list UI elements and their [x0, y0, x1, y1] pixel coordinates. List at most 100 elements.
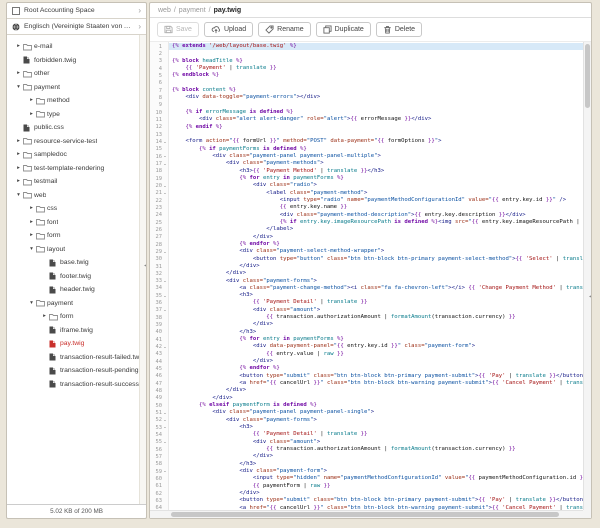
code-line-18[interactable]: <h3>{{ 'Payment Method' | translate }}</…: [172, 168, 583, 175]
duplicate-button[interactable]: Duplicate: [316, 22, 371, 37]
code-line-24[interactable]: <div class="payment-method-description">…: [172, 212, 583, 219]
code-line-48[interactable]: </div>: [172, 387, 583, 394]
code-line-61[interactable]: {{ paymentForm | raw }}: [172, 483, 583, 490]
code-line-31[interactable]: </div>: [172, 263, 583, 270]
code-line-30[interactable]: <button type="button" class="btn btn-blo…: [172, 256, 583, 263]
code-line-9[interactable]: [172, 102, 583, 109]
chevron-right-icon[interactable]: ▸: [27, 220, 36, 226]
horizontal-scrollbar-thumb[interactable]: [171, 512, 559, 517]
code-line-52[interactable]: <div class="payment-forms">: [172, 417, 583, 424]
chevron-right-icon[interactable]: ▸: [14, 152, 23, 158]
collapse-sidebar-handle[interactable]: ◂: [144, 263, 146, 269]
chevron-down-icon[interactable]: ▾: [14, 85, 23, 91]
code-editor[interactable]: 1234567891011121314-1516-17-181920-21-22…: [150, 42, 591, 518]
code-line-56[interactable]: {{ transaction.authorizationAmount | for…: [172, 446, 583, 453]
code-line-40[interactable]: </h3>: [172, 329, 583, 336]
code-line-36[interactable]: {{ 'Payment Detail' | translate }}: [172, 299, 583, 306]
rename-button[interactable]: Rename: [258, 22, 310, 37]
fold-marker-icon[interactable]: -: [163, 153, 168, 160]
code-line-5[interactable]: {% endblock %}: [172, 72, 583, 79]
chevron-right-icon[interactable]: ▸: [27, 206, 36, 212]
chevron-down-icon[interactable]: ▾: [27, 301, 36, 307]
tree-item-e-mail[interactable]: ▸e-mail: [7, 40, 146, 54]
tree-item-resource-service-test[interactable]: ▸resource-service-test: [7, 135, 146, 149]
tree-item-sampledoc[interactable]: ▸sampledoc: [7, 148, 146, 162]
chevron-down-icon[interactable]: ▾: [27, 247, 36, 253]
code-line-1[interactable]: {% extends '/web/layout/base.twig' %}: [169, 43, 583, 50]
code-line-11[interactable]: <div class="alert alert-danger" role="al…: [172, 116, 583, 123]
chevron-down-icon[interactable]: ▾: [14, 193, 23, 199]
code-line-38[interactable]: {{ transaction.authorizationAmount | for…: [172, 314, 583, 321]
chevron-right-icon[interactable]: ▸: [27, 112, 36, 118]
code-line-8[interactable]: <div data-toggle="payment-errors"></div>: [172, 94, 583, 101]
tree-item-transaction-result-pending.t...[interactable]: transaction-result-pending.t...: [7, 364, 146, 378]
tree-item-layout[interactable]: ▾layout: [7, 243, 146, 257]
tree-item-header.twig[interactable]: header.twig: [7, 283, 146, 297]
code-line-19[interactable]: {% for entry in paymentForms %}: [172, 175, 583, 182]
chevron-right-icon[interactable]: ▸: [14, 139, 23, 145]
fold-marker-icon[interactable]: -: [163, 344, 168, 351]
fold-marker-icon[interactable]: -: [163, 139, 168, 146]
fold-marker-icon[interactable]: -: [163, 293, 168, 300]
code-line-45[interactable]: {% endfor %}: [172, 365, 583, 372]
code-line-54[interactable]: {{ 'Payment Detail' | translate }}: [172, 431, 583, 438]
code-line-6[interactable]: [172, 80, 583, 87]
tree-item-base.twig[interactable]: base.twig: [7, 256, 146, 270]
chevron-right-icon[interactable]: ▸: [27, 233, 36, 239]
code-line-16[interactable]: <div class="payment-panel payment-panel-…: [172, 153, 583, 160]
sidebar-scrollbar[interactable]: ◂: [139, 35, 146, 504]
delete-button[interactable]: Delete: [376, 22, 422, 37]
chevron-right-icon[interactable]: ▸: [14, 166, 23, 172]
chevron-right-icon[interactable]: ▸: [40, 314, 49, 320]
tree-item-web[interactable]: ▾web: [7, 189, 146, 203]
code-line-7[interactable]: {% block content %}: [172, 87, 583, 94]
code-line-51[interactable]: <div class="payment-panel payment-panel-…: [172, 409, 583, 416]
code-line-28[interactable]: {% endfor %}: [172, 241, 583, 248]
code-line-35[interactable]: <h3>: [172, 292, 583, 299]
code-line-14[interactable]: <form action="{{ formUrl }}" method="POS…: [172, 138, 583, 145]
code-line-29[interactable]: <div class="payment-select-method-wrappe…: [172, 248, 583, 255]
breadcrumb-web[interactable]: web: [158, 7, 171, 14]
tree-item-footer.twig[interactable]: footer.twig: [7, 270, 146, 284]
code-line-50[interactable]: {% elseif paymentForm is defined %}: [172, 402, 583, 409]
code-line-63[interactable]: <button type="submit" class="btn btn-blo…: [172, 497, 583, 504]
code-line-32[interactable]: </div>: [172, 270, 583, 277]
code-line-15[interactable]: {% if paymentForms is defined %}: [172, 146, 583, 153]
fold-marker-icon[interactable]: -: [163, 249, 168, 256]
tree-item-payment[interactable]: ▾payment: [7, 81, 146, 95]
code-line-59[interactable]: <div class="payment-form">: [172, 468, 583, 475]
vertical-scrollbar[interactable]: [583, 42, 591, 510]
fold-marker-icon[interactable]: -: [163, 424, 168, 431]
code-line-46[interactable]: <button type="submit" class="btn btn-blo…: [172, 373, 583, 380]
horizontal-scrollbar[interactable]: [150, 510, 583, 518]
tree-item-form[interactable]: ▸form: [7, 310, 146, 324]
save-button[interactable]: Save: [157, 22, 199, 37]
code-line-57[interactable]: </div>: [172, 453, 583, 460]
fold-marker-icon[interactable]: -: [163, 190, 168, 197]
collapse-right-handle[interactable]: ◂: [588, 294, 591, 300]
code-content[interactable]: {% extends '/web/layout/base.twig' %} {% …: [169, 42, 591, 518]
code-line-44[interactable]: </div>: [172, 358, 583, 365]
code-line-41[interactable]: {% for entry in paymentForms %}: [172, 336, 583, 343]
code-line-17[interactable]: <div class="payment-methods">: [172, 160, 583, 167]
tree-item-forbidden.twig[interactable]: forbidden.twig: [7, 54, 146, 68]
code-line-43[interactable]: {{ entry.value | raw }}: [172, 351, 583, 358]
code-line-12[interactable]: {% endif %}: [172, 124, 583, 131]
code-line-55[interactable]: <div class="amount">: [172, 439, 583, 446]
code-line-27[interactable]: </div>: [172, 234, 583, 241]
tree-item-font[interactable]: ▸font: [7, 216, 146, 230]
code-line-25[interactable]: {% if entry.key.imageResourcePath is def…: [172, 219, 583, 226]
code-line-4[interactable]: {{ 'Payment' | translate }}: [172, 65, 583, 72]
chevron-right-icon[interactable]: ▸: [14, 44, 23, 50]
tree-item-iframe.twig[interactable]: iframe.twig: [7, 324, 146, 338]
tree-item-method[interactable]: ▸method: [7, 94, 146, 108]
tree-item-pay.twig[interactable]: pay.twig: [7, 337, 146, 351]
tree-item-transaction-result-successfu...[interactable]: transaction-result-successfu...: [7, 378, 146, 392]
code-line-21[interactable]: <label class="payment-method">: [172, 190, 583, 197]
code-line-58[interactable]: </h3>: [172, 461, 583, 468]
code-line-47[interactable]: <a href="{{ cancelUrl }}" class="btn btn…: [172, 380, 583, 387]
code-line-33[interactable]: <div class="payment-forms">: [172, 278, 583, 285]
code-line-2[interactable]: [172, 50, 583, 57]
space-selector[interactable]: Root Accounting Space ›: [7, 3, 146, 19]
code-line-34[interactable]: <a class="payment-change-method"><i clas…: [172, 285, 583, 292]
